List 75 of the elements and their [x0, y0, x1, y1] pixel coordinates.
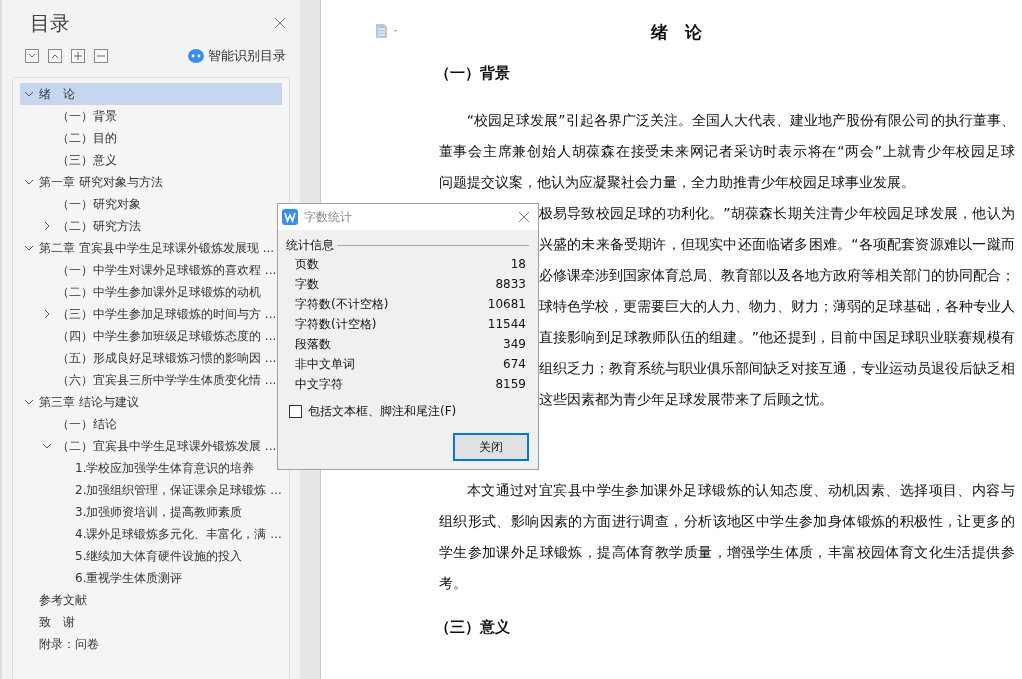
paragraph-line: 球特色学校，更需要巨大的人力、物力、财力；薄弱的足球基础，各种专业人	[538, 297, 1015, 316]
checkbox-label: 包括文本框、脚注和尾注(F)	[308, 403, 457, 420]
chevron-down-icon[interactable]	[42, 441, 52, 451]
toc-item[interactable]: 2.加强组织管理，保证课余足球锻炼 ...	[20, 479, 282, 501]
toc-item[interactable]: 3.加强师资培训，提高教师素质	[20, 501, 282, 523]
app-logo-icon	[282, 209, 298, 225]
close-icon[interactable]	[273, 17, 286, 29]
panel-title: 目录	[30, 9, 70, 37]
stat-value: 674	[503, 357, 526, 371]
toc-item[interactable]: 参考文献	[20, 589, 282, 611]
chevron-right-icon[interactable]	[42, 309, 52, 319]
minus-icon	[97, 52, 105, 60]
toc-item[interactable]: 绪 论	[20, 83, 282, 105]
chevron-down-icon[interactable]	[24, 89, 34, 99]
paragraph-line: 极易导致校园足球的功利化。”胡葆森长期关注青少年校园足球发展，他认为	[538, 204, 1015, 223]
toc-item[interactable]: 第三章 结论与建议	[20, 391, 282, 413]
toc-item[interactable]: 附录：问卷	[20, 633, 282, 655]
section-heading: （三）意义	[434, 616, 511, 638]
stat-value: 18	[510, 257, 526, 271]
stat-label: 非中文单词	[295, 355, 355, 373]
expand-all-button[interactable]	[25, 49, 39, 63]
paragraph-line: 考。	[438, 574, 467, 593]
toc-item[interactable]: （二）研究方法	[20, 215, 282, 237]
paragraph-line: 这些因素都为青少年足球发展带来了后顾之忧。	[538, 390, 833, 409]
close-button[interactable]: 关闭	[453, 433, 529, 461]
toc-item[interactable]: （三）意义	[20, 149, 282, 171]
stat-value: 11544	[487, 317, 526, 331]
smart-toc-button[interactable]: 智能识别目录	[187, 47, 286, 65]
toc-item[interactable]: 5.继续加大体育硬件设施的投入	[20, 545, 282, 567]
section-heading: （一）背景	[434, 62, 511, 84]
plus-icon	[74, 52, 82, 60]
stat-label: 中文字符	[295, 375, 343, 393]
document-title: 绪 论	[651, 21, 703, 44]
stat-label: 字符数(计空格)	[295, 315, 377, 333]
toc-item[interactable]: 致 谢	[20, 611, 282, 633]
stat-label: 段落数	[295, 335, 331, 353]
toc-item[interactable]: 第二章 宜宾县中学生足球课外锻炼发展现 ...	[20, 237, 282, 259]
stat-value: 8159	[495, 377, 526, 391]
paragraph-line: 本文通过对宜宾县中学生参加课外足球锻炼的认知态度、动机因素、选择项目、内容与	[466, 481, 1015, 500]
toc-item[interactable]: 4.课外足球锻炼多元化、丰富化，满 ...	[20, 523, 282, 545]
remove-level-button[interactable]	[94, 49, 108, 63]
close-icon[interactable]	[518, 211, 530, 223]
toc-item[interactable]: 第一章 研究对象与方法	[20, 171, 282, 193]
chevron-down-icon	[28, 53, 36, 59]
dialog-title: 字数统计	[304, 208, 352, 226]
toc-item[interactable]: （二）宜宾县中学生足球课外锻炼发展 ...	[20, 435, 282, 457]
chevron-down-icon[interactable]	[24, 397, 34, 407]
stat-value: 10681	[487, 297, 526, 311]
toc-item[interactable]: （二）目的	[20, 127, 282, 149]
paragraph-line: 学生参加课外足球锻炼，提高体育教学质量，增强学生体质，丰富校园体育文化生活提供参	[438, 543, 1015, 562]
toc-item[interactable]: （一）背景	[20, 105, 282, 127]
paragraph-line: 组织乏力；教育系统与职业俱乐部间缺乏对接互通，专业运动员退役后缺乏相	[538, 359, 1015, 378]
stat-label: 字数	[295, 275, 319, 293]
group-label: 统计信息	[286, 236, 334, 254]
paragraph-line: “校园足球发展”引起各界广泛关注。全国人大代表、建业地产股份有限公司的执行董事、	[466, 111, 1015, 130]
paragraph-line: 组织形式、影响因素的方面进行调查，分析该地区中学生参加身体锻炼的积极性，让更多的	[438, 512, 1015, 531]
stat-label: 页数	[295, 255, 319, 273]
chevron-down-icon[interactable]	[24, 243, 34, 253]
collapse-all-button[interactable]	[48, 49, 62, 63]
paragraph-line: 必修课牵涉到国家体育总局、教育部以及各地方政府等相关部门的协同配合；	[538, 266, 1015, 285]
paragraph-line: 问题提交议案，他认为应凝聚社会力量，全力助推青少年校园足球事业发展。	[438, 173, 915, 192]
toc-item[interactable]: 6.重视学生体质测评	[20, 567, 282, 589]
stat-value: 8833	[495, 277, 526, 291]
toc-item[interactable]: （三）中学生参加足球锻炼的时间与方 ...	[20, 303, 282, 325]
robot-face-icon	[187, 49, 204, 63]
chevron-down-icon[interactable]	[24, 177, 34, 187]
chevron-up-icon	[51, 53, 59, 59]
chevron-right-icon[interactable]	[42, 221, 52, 231]
add-level-button[interactable]	[71, 49, 85, 63]
stat-label: 字符数(不计空格)	[295, 295, 389, 313]
checkbox[interactable]	[289, 405, 302, 418]
paragraph-line: 董事会主席兼创始人胡葆森在接受未来网记者采访时表示将在“两会”上就青少年校园足球	[438, 142, 1015, 161]
stat-value: 349	[503, 337, 526, 351]
paragraph-line: 兴盛的未来备受期许，但现实中还面临诸多困难。“各项配套资源难以一蹴而	[538, 235, 1015, 254]
paragraph-line: 直接影响到足球教师队伍的组建。”他还提到，目前中国足球职业联赛规模有	[538, 328, 1015, 347]
